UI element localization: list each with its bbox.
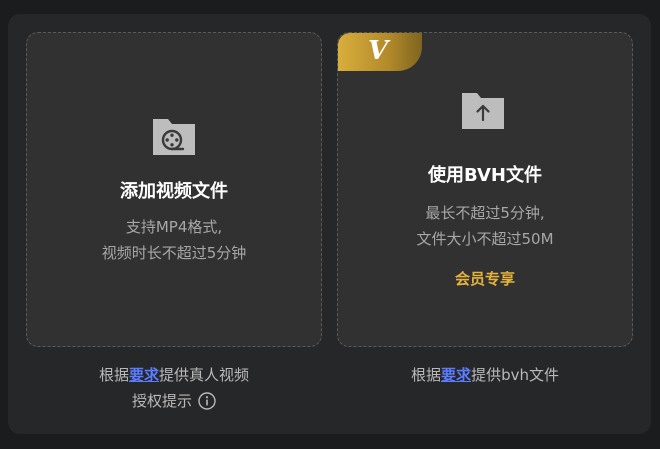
video-folder-icon — [153, 119, 195, 155]
video-note-prefix: 根据 — [98, 366, 129, 384]
video-desc-line-2: 视频时长不超过5分钟 — [101, 244, 247, 262]
video-card-description: 支持MP4格式, 视频时长不超过5分钟 — [27, 214, 321, 266]
vip-only-label: 会员专享 — [454, 270, 515, 288]
bvh-card-title: 使用BVH文件 — [428, 165, 542, 186]
bvh-requirements-link[interactable]: 要求 — [441, 366, 471, 384]
bvh-note-line-1: 根据要求提供bvh文件 — [337, 362, 633, 388]
bvh-upload-dropzone[interactable]: V 使用BVH文件 最长不超过5分钟, 文件大小不超过50M 会员专享 — [337, 32, 633, 347]
bvh-desc-line-2: 文件大小不超过50M — [416, 230, 554, 248]
bvh-card-description: 最长不超过5分钟, 文件大小不超过50M — [338, 200, 632, 252]
upload-panel: 添加视频文件 支持MP4格式, 视频时长不超过5分钟 V 使用BVH文件 最长不… — [8, 14, 651, 434]
info-icon[interactable] — [198, 391, 216, 410]
video-card-title: 添加视频文件 — [120, 181, 228, 202]
bvh-requirements-note: 根据要求提供bvh文件 — [337, 362, 633, 388]
video-note-suffix: 提供真人视频 — [159, 366, 250, 384]
video-requirements-link[interactable]: 要求 — [129, 366, 159, 384]
bvh-note-suffix: 提供bvh文件 — [471, 366, 559, 384]
vip-badge-text: V — [368, 36, 389, 66]
video-desc-line-1: 支持MP4格式, — [125, 218, 223, 236]
video-upload-dropzone[interactable]: 添加视频文件 支持MP4格式, 视频时长不超过5分钟 — [26, 32, 322, 347]
video-requirements-note: 根据要求提供真人视频 授权提示 — [26, 362, 322, 414]
vip-badge: V — [338, 33, 422, 71]
upload-folder-icon — [462, 93, 504, 129]
bvh-note-prefix: 根据 — [411, 366, 442, 384]
authorization-tip[interactable]: 授权提示 — [26, 388, 322, 414]
video-note-line-1: 根据要求提供真人视频 — [26, 362, 322, 388]
bvh-desc-line-1: 最长不超过5分钟, — [425, 204, 545, 222]
authorization-tip-label: 授权提示 — [131, 392, 192, 410]
